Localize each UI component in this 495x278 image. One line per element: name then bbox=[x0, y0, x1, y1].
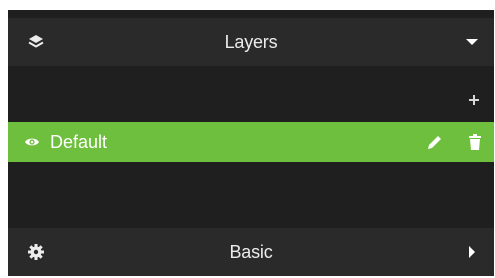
layers-panel-header[interactable]: Layers bbox=[8, 18, 494, 66]
layer-item-label: Default bbox=[50, 132, 108, 152]
caret-down-icon[interactable] bbox=[464, 34, 480, 50]
editor-sidebar: Layers Default Basic bbox=[0, 0, 495, 278]
basic-panel-header[interactable]: Basic bbox=[8, 228, 494, 276]
pencil-icon[interactable] bbox=[426, 133, 444, 151]
basic-panel-title: Basic bbox=[229, 242, 273, 262]
caret-right-icon[interactable] bbox=[464, 244, 480, 260]
layer-item-default[interactable]: Default bbox=[8, 122, 494, 162]
layers-panel: Layers Default Basic bbox=[8, 10, 494, 276]
add-layer-button[interactable] bbox=[462, 90, 486, 110]
plus-icon bbox=[462, 90, 486, 110]
eye-icon[interactable] bbox=[24, 135, 40, 149]
trash-icon[interactable] bbox=[468, 133, 482, 151]
layers-panel-title: Layers bbox=[224, 32, 278, 52]
